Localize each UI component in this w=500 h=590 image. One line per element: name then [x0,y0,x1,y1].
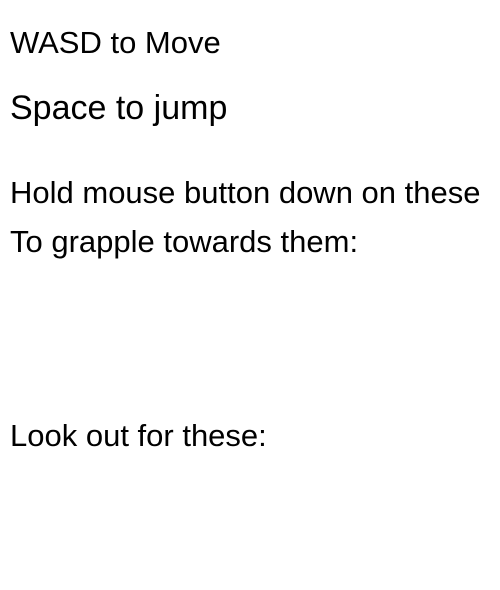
move-instruction: WASD to Move [10,25,221,60]
grapple-instruction: Hold mouse button down on these To grapp… [10,175,481,259]
hazards-instruction: Look out for these: [10,418,267,453]
jump-instruction: Space to jump [10,89,228,127]
